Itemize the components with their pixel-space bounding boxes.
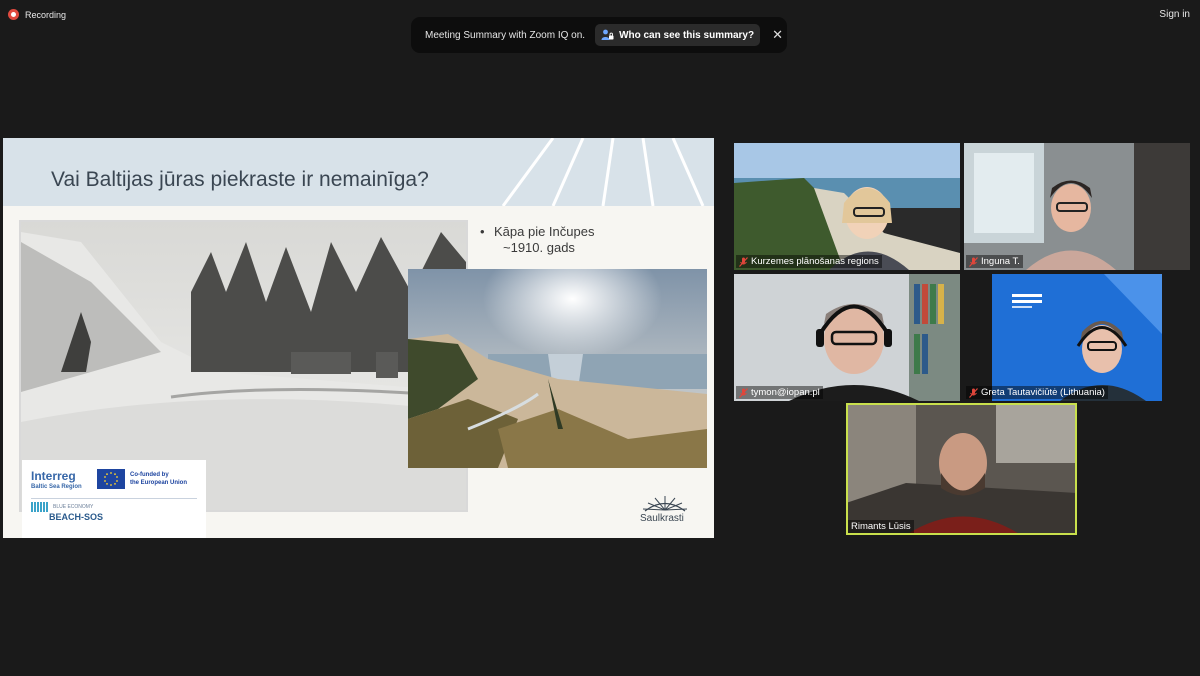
eu-line-2: the European Union (130, 480, 187, 486)
video-tile-kurzemes[interactable]: Kurzemes plānošanas regions (734, 143, 960, 270)
bullet-line-1: Kāpa pie Inčupes (494, 224, 595, 239)
beach-sos-label: BEACH-SOS (49, 512, 104, 522)
participant-name: Rimants Lūsis (851, 521, 911, 532)
slide-title: Vai Baltijas jūras piekraste ir nemainīg… (51, 168, 429, 191)
participant-name: Greta Tautavičiūtė (Lithuania) (981, 387, 1105, 398)
eu-cofunded-text: Co-funded by the European Union (130, 471, 204, 487)
muted-mic-icon (739, 256, 748, 267)
participant-video (964, 143, 1190, 270)
video-tile-rimants-active-speaker[interactable]: Rimants Lūsis (846, 403, 1077, 535)
blue-economy-bars-icon (31, 502, 48, 512)
participant-name-tag: Kurzemes plānošanas regions (736, 255, 882, 268)
people-lock-icon (601, 29, 614, 40)
bullet-line-2: ~1910. gads (503, 240, 575, 255)
participant-name-tag: tymon@iopan.pl (736, 386, 823, 399)
participant-name-tag: Inguna T. (966, 255, 1023, 268)
participant-name: tymon@iopan.pl (751, 387, 820, 398)
muted-mic-icon (739, 387, 748, 398)
zoom-iq-banner: Meeting Summary with Zoom IQ on. Who can… (411, 17, 787, 53)
sign-in-button[interactable]: Sign in (1159, 9, 1190, 20)
recording-label: Recording (25, 9, 67, 20)
close-icon[interactable]: ✕ (772, 27, 783, 43)
partner-logos: Interreg Baltic Sea Region Co-funded by … (22, 460, 206, 538)
participant-video (734, 143, 960, 270)
eu-line-1: Co-funded by (130, 472, 169, 478)
saulkrasti-logo: Saulkrasti (640, 513, 684, 524)
participant-name: Inguna T. (981, 256, 1020, 267)
saulkrasti-sun-icon (642, 496, 688, 512)
interreg-logo: Interreg (31, 469, 76, 483)
participant-name-tag: Rimants Lūsis (848, 520, 914, 533)
modern-dune-photo (408, 269, 707, 468)
slide-bullet: • Kāpa pie Inčupes ~1910. gads (480, 224, 594, 256)
participant-name-tag: Greta Tautavičiūtė (Lithuania) (966, 386, 1108, 399)
shared-screen-slide: Vai Baltijas jūras piekraste ir nemainīg… (3, 138, 714, 538)
banner-text: Meeting Summary with Zoom IQ on. (425, 29, 586, 41)
video-tile-inguna[interactable]: Inguna T. (964, 143, 1190, 270)
logo-divider (31, 498, 197, 499)
participant-video (846, 403, 1077, 535)
sun-rays-decoration (501, 138, 705, 206)
muted-mic-icon (969, 256, 978, 267)
bullet-icon: • (480, 224, 485, 239)
who-can-see-summary-button[interactable]: Who can see this summary? (595, 24, 761, 46)
recording-indicator[interactable]: Recording (8, 9, 66, 20)
eu-flag-icon (97, 469, 125, 489)
who-can-see-summary-label: Who can see this summary? (619, 29, 755, 41)
blue-economy-label: BLUE ECONOMY (53, 504, 94, 510)
muted-mic-icon (969, 387, 978, 398)
participant-name: Kurzemes plānošanas regions (751, 256, 879, 267)
interreg-subtitle: Baltic Sea Region (31, 484, 82, 490)
participant-video (992, 274, 1162, 401)
recording-icon (8, 9, 19, 20)
video-tile-greta[interactable]: Greta Tautavičiūtė (Lithuania) (964, 274, 1190, 401)
video-tile-tymon[interactable]: tymon@iopan.pl (734, 274, 960, 401)
participant-video (734, 274, 960, 401)
